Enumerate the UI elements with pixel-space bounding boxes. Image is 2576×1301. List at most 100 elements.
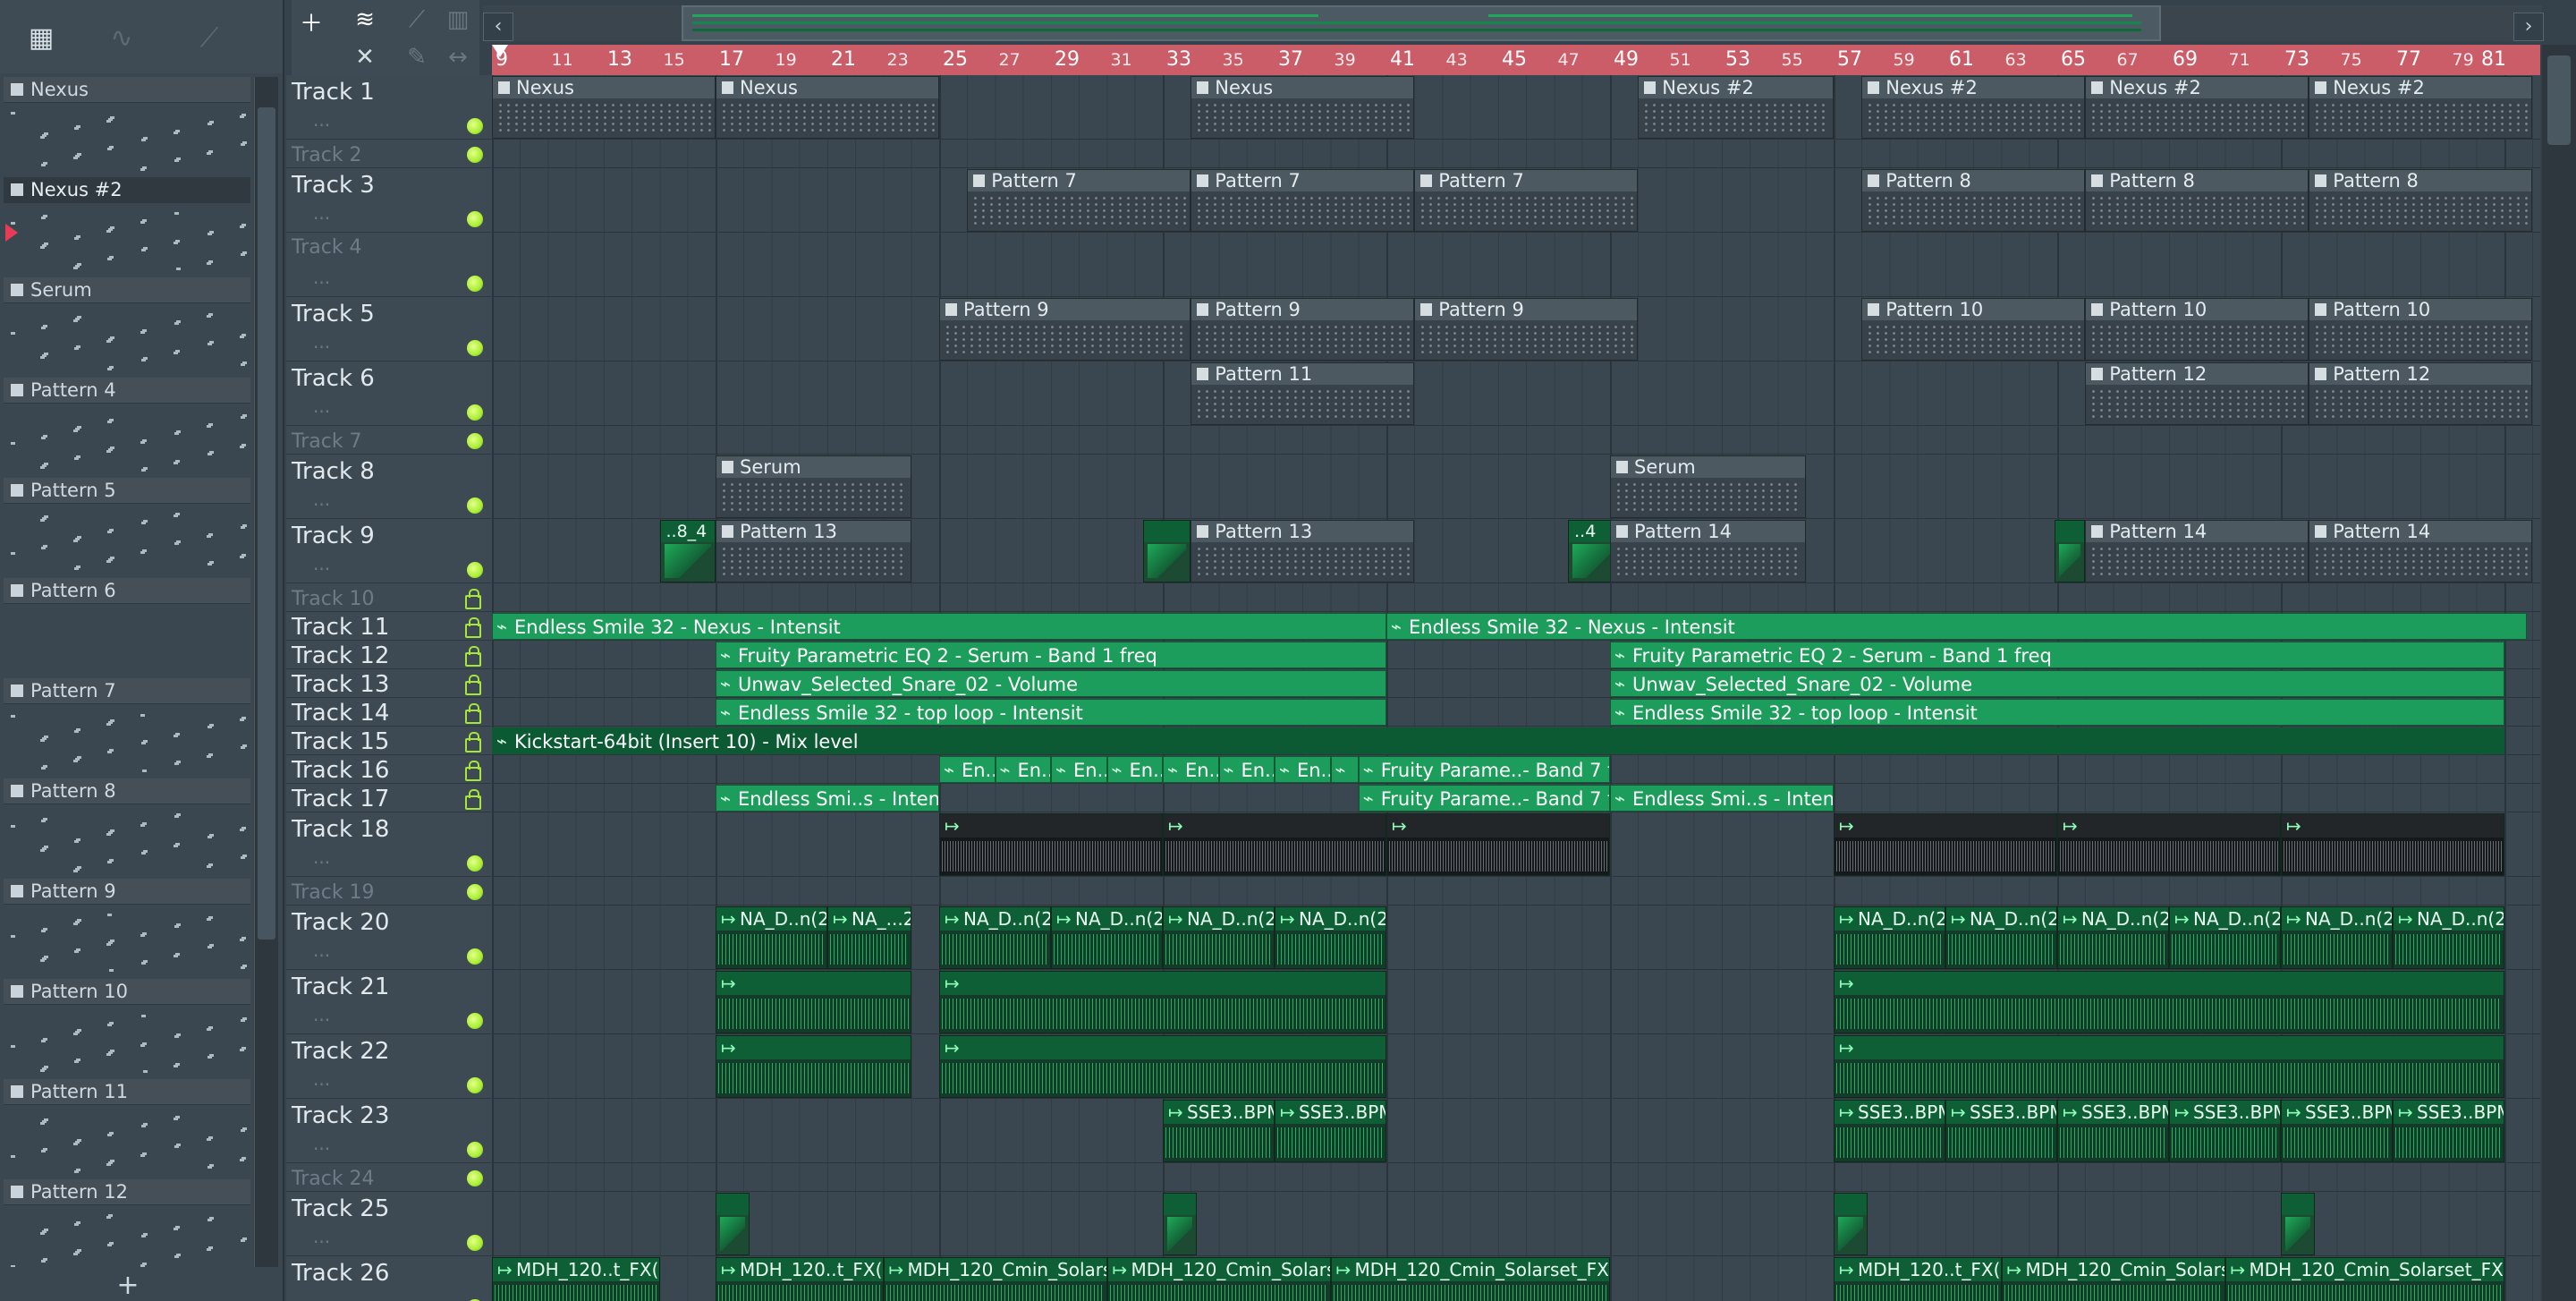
automation-clip[interactable]: Fruity Parametric EQ 2 - Serum - Band 1 …	[1610, 642, 2504, 668]
pattern-clip[interactable]: Pattern 13	[1191, 520, 1415, 582]
automation-clip[interactable]: Endless Smile 32 - top loop - Intensit	[1610, 699, 2504, 726]
audio-clip[interactable]: MDH_120_Cmin_Solarset_FX(1)	[1330, 1257, 1610, 1301]
track-mute-led[interactable]	[467, 147, 483, 163]
audio-clip[interactable]: ..8_4	[659, 520, 716, 582]
pattern-clip[interactable]: Nexus #2	[1638, 76, 1834, 139]
automation-clip[interactable]: Unwav_Selected_Snare_02 - Volume	[1610, 670, 2504, 697]
audio-clip[interactable]: NA_D..n(2)	[1163, 906, 1275, 969]
audio-clip[interactable]: MDH_120..t_FX(1)	[1834, 1257, 2002, 1301]
automation-clip[interactable]: Endless Smi..s - Intensit	[1610, 785, 1834, 812]
pattern-clip[interactable]: Pattern 9	[939, 298, 1191, 361]
track-header[interactable]: Track 19	[286, 877, 492, 906]
track-header[interactable]: Track 23...	[286, 1099, 492, 1163]
track-options[interactable]: ...	[313, 1068, 330, 1090]
automation-clip[interactable]: Endless Smi..s - Intensit	[716, 785, 939, 812]
automation-icon[interactable]: ⟋	[188, 16, 231, 59]
track-options[interactable]: ...	[313, 1226, 330, 1247]
audio-clip[interactable]	[1143, 520, 1191, 582]
lock-icon[interactable]	[465, 732, 481, 753]
pattern-clip[interactable]: Pattern 14	[1610, 520, 1806, 582]
automation-clip[interactable]: En..	[1275, 756, 1331, 783]
pattern-clip[interactable]: Pattern 12	[2085, 362, 2309, 425]
audio-clip[interactable]: MDH_120_Cmin_Solarset	[1106, 1257, 1331, 1301]
automation-clip[interactable]: En..	[1163, 756, 1219, 783]
track-header[interactable]: Track 20...	[286, 906, 492, 970]
track-header[interactable]: Track 24	[286, 1163, 492, 1192]
track-mute-led[interactable]	[467, 855, 483, 872]
track-mute-led[interactable]	[467, 1077, 483, 1093]
track-options[interactable]: ...	[313, 553, 330, 574]
pattern-clip[interactable]: Pattern 8	[2085, 169, 2309, 232]
track-header[interactable]: Track 13	[286, 669, 492, 698]
audio-clip[interactable]: SSE3..BPM	[1275, 1100, 1386, 1162]
track-mute-led[interactable]	[467, 404, 483, 421]
pencil-icon[interactable]: ✎	[397, 39, 436, 75]
automation-clip[interactable]: En..	[1218, 756, 1275, 783]
track-options[interactable]: ...	[313, 489, 330, 510]
pattern-list-scrollbar[interactable]	[254, 77, 278, 1267]
track-mute-led[interactable]	[467, 562, 483, 578]
audio-clip[interactable]	[2281, 1193, 2315, 1255]
audio-clip[interactable]: NA_...2)	[827, 906, 911, 969]
waveform-icon[interactable]: ≋	[345, 2, 385, 38]
track-header[interactable]: Track 4...	[286, 233, 492, 297]
pattern-clip[interactable]: Pattern 9	[1191, 298, 1415, 361]
slice-icon[interactable]: ⟋	[397, 2, 436, 38]
add-pattern-button[interactable]: +	[0, 1271, 256, 1301]
track-header[interactable]: Track 8...	[286, 455, 492, 519]
scroll-left-button[interactable]: ‹	[483, 13, 513, 41]
pattern-clip[interactable]: Nexus	[492, 76, 716, 139]
audio-clip[interactable]	[939, 1035, 1386, 1098]
track-mute-led[interactable]	[467, 433, 483, 449]
scroll-right-button[interactable]: ›	[2513, 13, 2544, 41]
audio-clip[interactable]	[716, 1193, 750, 1255]
track-options[interactable]: ...	[313, 1004, 330, 1025]
pattern-item[interactable]: Pattern 5	[4, 478, 250, 579]
audio-clip[interactable]: SSE3..BPM	[1834, 1100, 1945, 1162]
track-mute-led[interactable]	[467, 118, 483, 134]
audio-clip[interactable]	[2281, 813, 2504, 876]
automation-clip[interactable]: Endless Smile 32 - Nexus - Intensit	[492, 613, 1386, 640]
track-mute-led[interactable]	[467, 340, 483, 356]
playlist-grid[interactable]: Nexus Nexus Nexus Nexus #2 Nexus #2 Nexus #2 N…	[492, 75, 2540, 1301]
pattern-item[interactable]: Pattern 7	[4, 678, 250, 779]
audio-clip[interactable]	[1834, 971, 2504, 1033]
pattern-item[interactable]: Nexus	[4, 77, 250, 178]
track-header[interactable]: Track 25...	[286, 1192, 492, 1256]
track-header[interactable]: Track 15	[286, 727, 492, 755]
pattern-item[interactable]: Pattern 10	[4, 979, 250, 1080]
audio-clip[interactable]	[716, 971, 911, 1033]
track-options[interactable]: ...	[313, 1133, 330, 1154]
track-header[interactable]: Track 1...	[286, 75, 492, 140]
pattern-clip[interactable]: Pattern 11	[1191, 362, 1415, 425]
track-header[interactable]: Track 12	[286, 641, 492, 669]
lock-icon[interactable]	[465, 703, 481, 724]
automation-clip[interactable]: Endless Smile 32 - top loop - Intensit	[716, 699, 1386, 726]
track-header[interactable]: Track 17	[286, 784, 492, 812]
pattern-clip[interactable]: Serum	[716, 455, 911, 518]
track-header[interactable]: Track 6...	[286, 361, 492, 426]
audio-clip[interactable]: NA_D..n(2)	[1275, 906, 1386, 969]
playlist-vertical-scrollbar[interactable]	[2542, 45, 2576, 1301]
audio-clip[interactable]	[2057, 813, 2281, 876]
pattern-clip[interactable]: Pattern 10	[2085, 298, 2309, 361]
pattern-item[interactable]: Pattern 4	[4, 378, 250, 479]
audio-clip[interactable]: NA_D..n(2)	[2281, 906, 2393, 969]
pattern-clip[interactable]: Pattern 7	[967, 169, 1191, 232]
lock-icon[interactable]	[465, 675, 481, 695]
track-mute-led[interactable]	[467, 497, 483, 514]
pattern-item[interactable]: Pattern 12	[4, 1179, 250, 1267]
audio-clip[interactable]: SSE3..BPM	[2169, 1100, 2281, 1162]
pattern-clip[interactable]: Nexus #2	[2309, 76, 2533, 139]
audio-clip[interactable]	[716, 1035, 911, 1098]
pattern-item[interactable]: Pattern 11	[4, 1079, 250, 1180]
lock-icon[interactable]	[465, 761, 481, 781]
audio-clip[interactable]	[1834, 1035, 2504, 1098]
lock-icon[interactable]	[465, 617, 481, 638]
audio-clip[interactable]: NA_D..n(2)	[1945, 906, 2057, 969]
lock-icon[interactable]	[465, 646, 481, 667]
automation-clip[interactable]: Fruity Parametric EQ 2 - Serum - Band 1 …	[716, 642, 1386, 668]
automation-clip[interactable]: En..	[939, 756, 996, 783]
track-options[interactable]: ...	[313, 331, 330, 353]
automation-clip[interactable]: Fruity Parame..- Band 7 freq	[1358, 756, 1610, 783]
